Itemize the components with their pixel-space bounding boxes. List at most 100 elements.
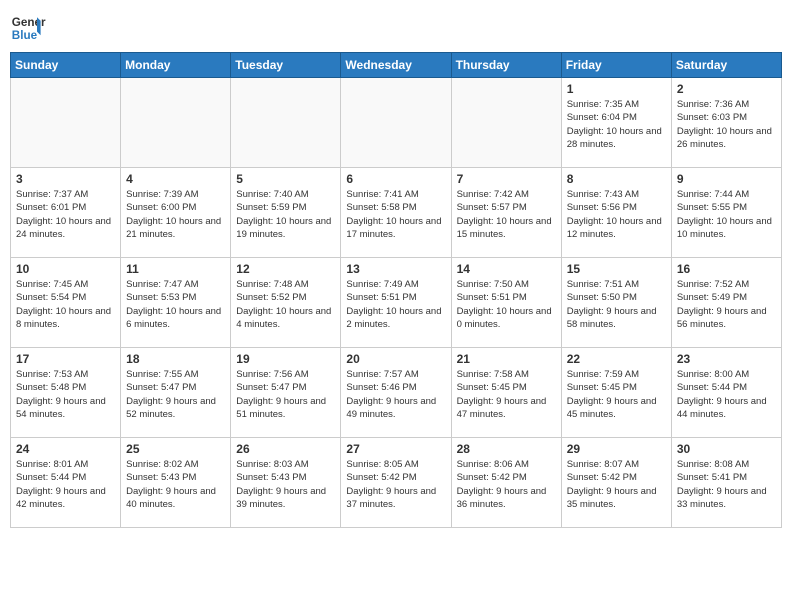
day-number: 28 [457,442,556,456]
calendar-cell: 19 Sunrise: 7:56 AMSunset: 5:47 PMDayligh… [231,348,341,438]
day-info: Sunrise: 7:35 AMSunset: 6:04 PMDaylight:… [567,98,666,151]
day-number: 5 [236,172,335,186]
calendar-week-row: 3 Sunrise: 7:37 AMSunset: 6:01 PMDaylight… [11,168,782,258]
day-number: 19 [236,352,335,366]
day-of-week-header: Saturday [671,53,781,78]
svg-text:Blue: Blue [12,29,38,42]
calendar-cell: 25 Sunrise: 8:02 AMSunset: 5:43 PMDayligh… [121,438,231,528]
logo: General Blue [10,10,46,46]
day-info: Sunrise: 7:55 AMSunset: 5:47 PMDaylight:… [126,368,225,421]
day-number: 24 [16,442,115,456]
day-number: 8 [567,172,666,186]
calendar-cell: 4 Sunrise: 7:39 AMSunset: 6:00 PMDaylight… [121,168,231,258]
day-number: 14 [457,262,556,276]
calendar-cell: 13Sunrise: 7:49 AMSunset: 5:51 PMDayligh… [341,258,451,348]
day-info: Sunrise: 8:03 AMSunset: 5:43 PMDaylight:… [236,458,335,511]
day-info: Sunrise: 7:50 AMSunset: 5:51 PMDaylight:… [457,278,556,331]
day-info: Sunrise: 7:53 AMSunset: 5:48 PMDaylight:… [16,368,115,421]
calendar-week-row: 24 Sunrise: 8:01 AMSunset: 5:44 PMDayligh… [11,438,782,528]
day-of-week-header: Monday [121,53,231,78]
day-number: 10 [16,262,115,276]
day-number: 18 [126,352,225,366]
calendar-cell: 12 Sunrise: 7:48 AMSunset: 5:52 PMDayligh… [231,258,341,348]
day-info: Sunrise: 8:06 AMSunset: 5:42 PMDaylight:… [457,458,556,511]
day-number: 6 [346,172,445,186]
day-number: 7 [457,172,556,186]
calendar-cell: 5 Sunrise: 7:40 AMSunset: 5:59 PMDaylight… [231,168,341,258]
calendar-cell: 3 Sunrise: 7:37 AMSunset: 6:01 PMDaylight… [11,168,121,258]
day-of-week-header: Tuesday [231,53,341,78]
day-number: 30 [677,442,776,456]
calendar-week-row: 10 Sunrise: 7:45 AMSunset: 5:54 PMDayligh… [11,258,782,348]
day-info: Sunrise: 7:58 AMSunset: 5:45 PMDaylight:… [457,368,556,421]
day-of-week-header: Thursday [451,53,561,78]
day-of-week-header: Sunday [11,53,121,78]
calendar-cell: 24 Sunrise: 8:01 AMSunset: 5:44 PMDayligh… [11,438,121,528]
calendar-cell: 21 Sunrise: 7:58 AMSunset: 5:45 PMDayligh… [451,348,561,438]
calendar-cell [451,78,561,168]
calendar-table: SundayMondayTuesdayWednesdayThursdayFrid… [10,52,782,528]
day-number: 22 [567,352,666,366]
calendar-cell: 16 Sunrise: 7:52 AMSunset: 5:49 PMDayligh… [671,258,781,348]
calendar-cell [11,78,121,168]
calendar-cell: 10 Sunrise: 7:45 AMSunset: 5:54 PMDayligh… [11,258,121,348]
day-info: Sunrise: 7:48 AMSunset: 5:52 PMDaylight:… [236,278,335,331]
day-info: Sunrise: 7:57 AMSunset: 5:46 PMDaylight:… [346,368,445,421]
calendar-cell: 17 Sunrise: 7:53 AMSunset: 5:48 PMDayligh… [11,348,121,438]
day-number: 27 [346,442,445,456]
calendar-cell: 8 Sunrise: 7:43 AMSunset: 5:56 PMDaylight… [561,168,671,258]
day-number: 16 [677,262,776,276]
day-number: 15 [567,262,666,276]
day-info: Sunrise: 7:36 AMSunset: 6:03 PMDaylight:… [677,98,776,151]
day-info: Sunrise: 7:52 AMSunset: 5:49 PMDaylight:… [677,278,776,331]
day-info: Sunrise: 7:45 AMSunset: 5:54 PMDaylight:… [16,278,115,331]
day-info: Sunrise: 7:44 AMSunset: 5:55 PMDaylight:… [677,188,776,241]
day-info: Sunrise: 8:05 AMSunset: 5:42 PMDaylight:… [346,458,445,511]
calendar-cell: 22 Sunrise: 7:59 AMSunset: 5:45 PMDayligh… [561,348,671,438]
day-number: 29 [567,442,666,456]
day-info: Sunrise: 7:39 AMSunset: 6:00 PMDaylight:… [126,188,225,241]
calendar-cell: 27 Sunrise: 8:05 AMSunset: 5:42 PMDayligh… [341,438,451,528]
day-number: 4 [126,172,225,186]
day-info: Sunrise: 8:01 AMSunset: 5:44 PMDaylight:… [16,458,115,511]
calendar-cell: 30 Sunrise: 8:08 AMSunset: 5:41 PMDayligh… [671,438,781,528]
calendar-cell: 9 Sunrise: 7:44 AMSunset: 5:55 PMDaylight… [671,168,781,258]
calendar-cell: 2Sunrise: 7:36 AMSunset: 6:03 PMDaylight… [671,78,781,168]
day-info: Sunrise: 7:56 AMSunset: 5:47 PMDaylight:… [236,368,335,421]
day-info: Sunrise: 7:51 AMSunset: 5:50 PMDaylight:… [567,278,666,331]
calendar-cell [121,78,231,168]
day-number: 21 [457,352,556,366]
day-number: 1 [567,82,666,96]
day-number: 12 [236,262,335,276]
day-info: Sunrise: 8:00 AMSunset: 5:44 PMDaylight:… [677,368,776,421]
day-number: 23 [677,352,776,366]
day-info: Sunrise: 7:42 AMSunset: 5:57 PMDaylight:… [457,188,556,241]
day-info: Sunrise: 7:59 AMSunset: 5:45 PMDaylight:… [567,368,666,421]
day-of-week-header: Wednesday [341,53,451,78]
calendar-cell: 29 Sunrise: 8:07 AMSunset: 5:42 PMDayligh… [561,438,671,528]
day-number: 9 [677,172,776,186]
calendar-cell [341,78,451,168]
day-info: Sunrise: 8:07 AMSunset: 5:42 PMDaylight:… [567,458,666,511]
calendar-cell: 20 Sunrise: 7:57 AMSunset: 5:46 PMDayligh… [341,348,451,438]
day-number: 25 [126,442,225,456]
day-of-week-header: Friday [561,53,671,78]
calendar-cell: 6Sunrise: 7:41 AMSunset: 5:58 PMDaylight… [341,168,451,258]
calendar-cell: 15 Sunrise: 7:51 AMSunset: 5:50 PMDayligh… [561,258,671,348]
svg-text:General: General [12,16,46,29]
day-info: Sunrise: 7:40 AMSunset: 5:59 PMDaylight:… [236,188,335,241]
day-info: Sunrise: 7:49 AMSunset: 5:51 PMDaylight:… [346,278,445,331]
calendar-week-row: 17 Sunrise: 7:53 AMSunset: 5:48 PMDayligh… [11,348,782,438]
day-info: Sunrise: 8:02 AMSunset: 5:43 PMDaylight:… [126,458,225,511]
day-number: 3 [16,172,115,186]
day-number: 17 [16,352,115,366]
logo-icon: General Blue [10,10,46,46]
day-number: 11 [126,262,225,276]
day-info: Sunrise: 7:43 AMSunset: 5:56 PMDaylight:… [567,188,666,241]
day-number: 20 [346,352,445,366]
day-info: Sunrise: 8:08 AMSunset: 5:41 PMDaylight:… [677,458,776,511]
calendar-cell: 26Sunrise: 8:03 AMSunset: 5:43 PMDayligh… [231,438,341,528]
day-info: Sunrise: 7:37 AMSunset: 6:01 PMDaylight:… [16,188,115,241]
calendar-header-row: SundayMondayTuesdayWednesdayThursdayFrid… [11,53,782,78]
calendar-cell: 28 Sunrise: 8:06 AMSunset: 5:42 PMDayligh… [451,438,561,528]
